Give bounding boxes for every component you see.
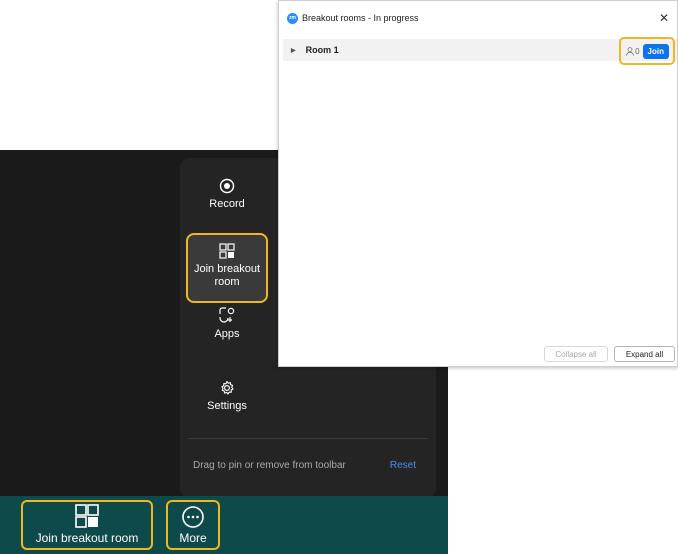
menu-divider (188, 438, 428, 439)
person-icon (626, 46, 634, 56)
breakout-room-icon (219, 243, 235, 259)
menu-item-label: Apps (214, 328, 240, 340)
menu-item-label: Settings (207, 400, 247, 412)
join-breakout-room-button[interactable]: Join breakout room (21, 500, 153, 550)
collapse-all-button[interactable]: Collapse all (544, 346, 608, 362)
menu-item-apps[interactable]: Apps (186, 306, 268, 341)
zoom-logo-icon: zm (287, 12, 298, 24)
join-room-button[interactable]: Join (642, 43, 669, 59)
room-row[interactable]: ▶ Room 1 (283, 39, 677, 61)
participant-count-value: 0 (635, 46, 640, 56)
close-icon[interactable]: ✕ (659, 11, 669, 25)
menu-item-label: Join breakout room (193, 263, 261, 288)
dialog-title: Breakout rooms - In progress (302, 13, 419, 23)
expand-all-button[interactable]: Expand all (614, 346, 675, 362)
screen: Record Join breakout room Apps Settings … (0, 0, 678, 554)
apps-icon (219, 307, 235, 323)
menu-footer-text: Drag to pin or remove from toolbar (193, 460, 346, 471)
join-breakout-room-label: Join breakout room (35, 531, 139, 545)
room-actions: 0 Join (619, 37, 675, 65)
more-button[interactable]: More (166, 500, 220, 550)
breakout-rooms-dialog: zm Breakout rooms - In progress ✕ ▶ Room… (278, 0, 678, 367)
breakout-room-icon (75, 504, 99, 528)
menu-item-settings[interactable]: Settings (186, 380, 268, 413)
more-label: More (179, 531, 207, 545)
more-icon (182, 506, 204, 528)
menu-item-join-breakout-room[interactable]: Join breakout room (186, 233, 268, 303)
gear-icon (221, 380, 234, 395)
room-name: Room 1 (305, 45, 339, 55)
meeting-toolbar: Join breakout room More (0, 496, 448, 554)
dialog-title-bar: zm Breakout rooms - In progress (279, 1, 677, 35)
record-icon (219, 178, 235, 194)
menu-item-label: Record (209, 198, 245, 210)
menu-item-record[interactable]: Record (186, 178, 268, 211)
participant-count: 0 (626, 46, 640, 56)
reset-link[interactable]: Reset (390, 460, 416, 471)
caret-right-icon[interactable]: ▶ (291, 47, 296, 54)
